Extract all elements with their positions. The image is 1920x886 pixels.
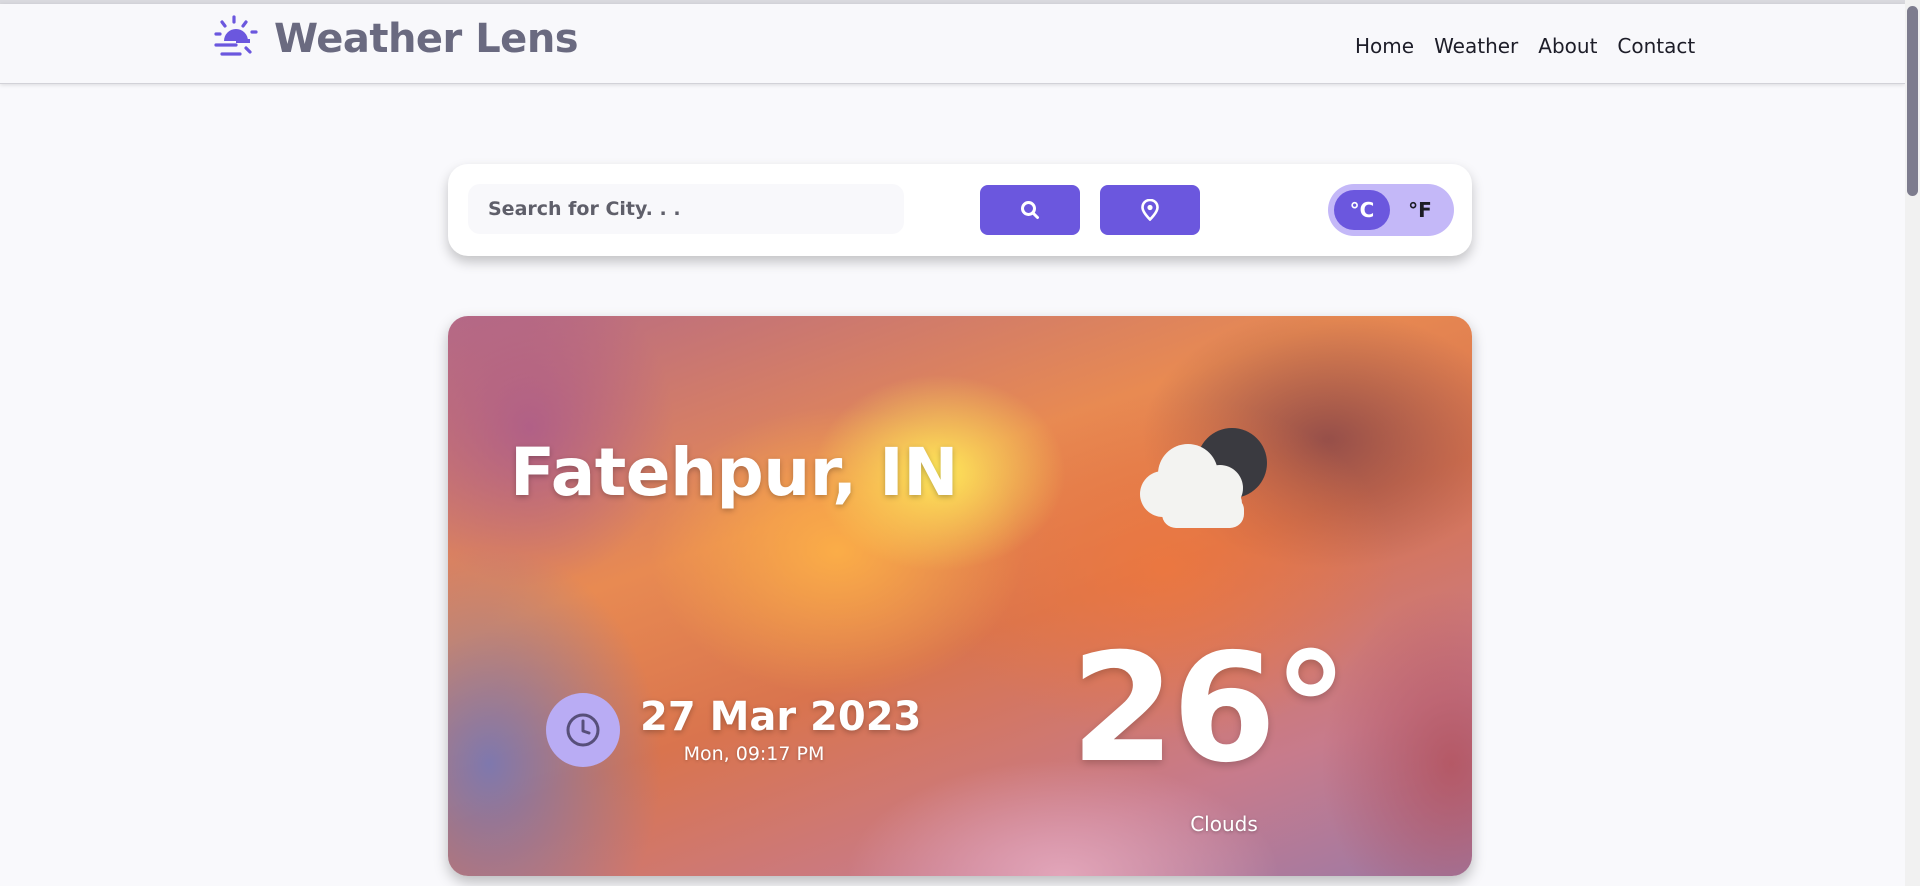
navbar: Weather Lens Home Weather About Contact bbox=[0, 4, 1905, 84]
brand[interactable]: Weather Lens bbox=[210, 14, 579, 64]
nav-contact[interactable]: Contact bbox=[1617, 34, 1695, 58]
nav-home[interactable]: Home bbox=[1355, 34, 1414, 58]
celsius-button[interactable]: °C bbox=[1334, 190, 1390, 230]
scrollbar-thumb[interactable] bbox=[1907, 6, 1918, 196]
search-icon bbox=[1021, 201, 1039, 219]
nav-about[interactable]: About bbox=[1538, 34, 1597, 58]
search-input[interactable] bbox=[468, 184, 904, 234]
search-button[interactable] bbox=[980, 185, 1080, 235]
brand-title: Weather Lens bbox=[274, 16, 579, 62]
location-pin-icon bbox=[1141, 199, 1159, 221]
search-card: °C °F bbox=[448, 164, 1472, 256]
fahrenheit-button[interactable]: °F bbox=[1392, 190, 1448, 230]
nav-links: Home Weather About Contact bbox=[1355, 34, 1695, 58]
unit-toggle: °C °F bbox=[1328, 184, 1454, 236]
condition-text: Clouds bbox=[1190, 812, 1258, 836]
temperature: 26° bbox=[1070, 622, 1349, 796]
clock-badge bbox=[546, 693, 620, 767]
sunrise-icon bbox=[214, 15, 258, 56]
location-button[interactable] bbox=[1100, 185, 1200, 235]
nav-weather[interactable]: Weather bbox=[1434, 34, 1518, 58]
clock-icon bbox=[566, 713, 600, 747]
time-text: Mon, 09:17 PM bbox=[683, 743, 825, 765]
weather-card: Fatehpur, IN 27 Mar 2023 Mon, 09:17 PM 2… bbox=[448, 316, 1472, 876]
cloud-night-icon bbox=[1140, 428, 1267, 528]
city-name: Fatehpur, IN bbox=[510, 434, 958, 511]
date-text: 27 Mar 2023 bbox=[640, 694, 922, 740]
scrollbar[interactable] bbox=[1905, 0, 1920, 886]
